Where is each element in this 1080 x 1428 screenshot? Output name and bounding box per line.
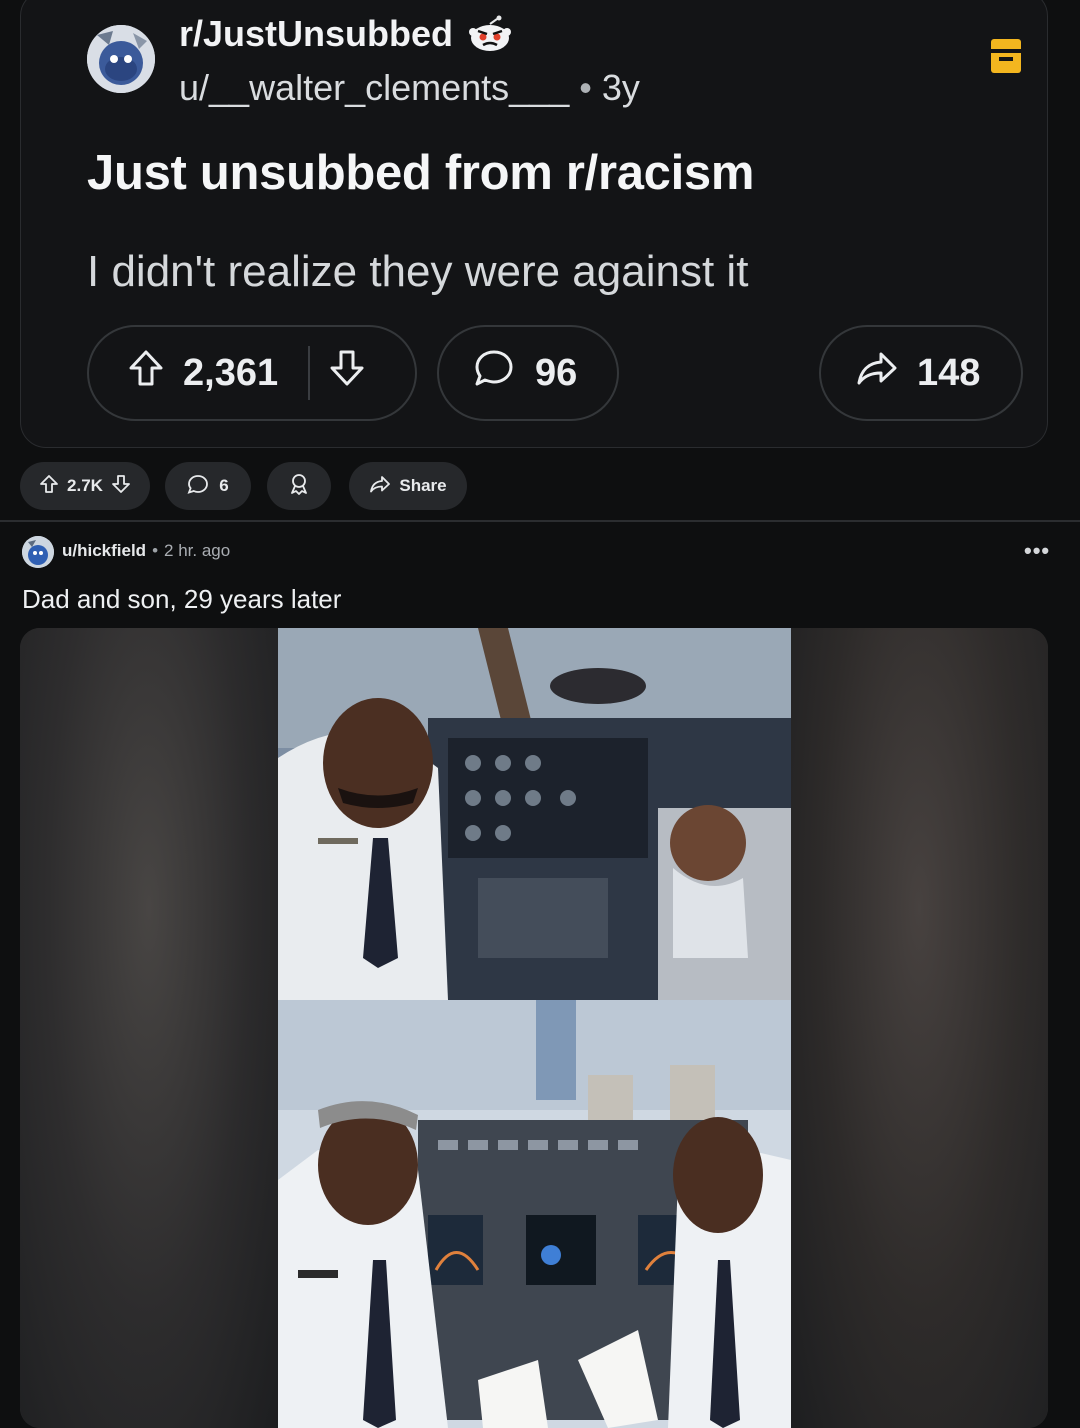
subreddit-avatar-icon[interactable] (87, 25, 155, 93)
post-username[interactable]: u/hickfield (62, 541, 146, 560)
photo-dad-and-son (278, 1000, 791, 1428)
post-age: 3y (601, 67, 640, 108)
vote-button-group: 2.7K (20, 462, 150, 510)
share-button[interactable]: Share (349, 462, 467, 510)
share-arrow-icon (369, 474, 391, 499)
bookmark-icon[interactable] (989, 37, 1023, 75)
upvote-count: 2,361 (183, 351, 279, 394)
angry-snoo-icon (467, 14, 513, 54)
comments-button[interactable]: 6 (165, 462, 251, 510)
award-button[interactable] (267, 462, 331, 510)
comment-bubble-icon (187, 474, 209, 499)
media-blur-right (790, 628, 1048, 1428)
photo-dad-and-baby (278, 628, 791, 1000)
subreddit-label[interactable]: r/JustUnsubbed (179, 13, 453, 55)
upvote-arrow-icon[interactable] (127, 348, 165, 398)
vote-pill: 2,361 (87, 325, 417, 421)
post-author[interactable]: u/__walter_clements___ • 3y (179, 67, 640, 109)
post-title[interactable]: Dad and son, 29 years later (22, 584, 341, 615)
post-time: 2 hr. ago (164, 541, 231, 560)
downvote-arrow-icon[interactable] (328, 348, 366, 398)
upvote-arrow-icon[interactable] (39, 474, 59, 499)
vote-count: 2.7K (67, 476, 103, 495)
share-pill[interactable]: 148 (819, 325, 1023, 421)
author-username[interactable]: u/__walter_clements___ (179, 67, 569, 108)
share-arrow-icon (855, 348, 899, 398)
downvote-arrow-icon[interactable] (111, 474, 131, 499)
share-count: 148 (917, 351, 981, 394)
embedded-post-card[interactable]: r/JustUnsubbed u/__walter_clements___ • 3y (20, 0, 1048, 448)
meta-separator: • (152, 541, 159, 560)
embedded-post-title[interactable]: Just unsubbed from r/racism (87, 145, 754, 201)
post-meta: u/hickfield • 2 hr. ago (62, 541, 230, 561)
comment-bubble-icon (473, 348, 515, 398)
post-media[interactable] (20, 628, 1048, 1428)
embedded-post-body: I didn't realize they were against it (87, 247, 749, 296)
feed-divider (0, 520, 1080, 522)
meta-separator: • (579, 67, 592, 108)
comment-count: 6 (219, 476, 229, 495)
award-icon (288, 473, 310, 500)
vote-divider (308, 346, 311, 400)
user-avatar[interactable] (22, 536, 54, 568)
media-blur-left (20, 628, 278, 1428)
comment-count: 96 (535, 351, 578, 394)
share-label: Share (399, 476, 447, 495)
more-options-icon[interactable]: ••• (1024, 538, 1050, 564)
comments-pill[interactable]: 96 (437, 325, 619, 421)
subreddit-name[interactable]: r/JustUnsubbed (179, 13, 513, 55)
